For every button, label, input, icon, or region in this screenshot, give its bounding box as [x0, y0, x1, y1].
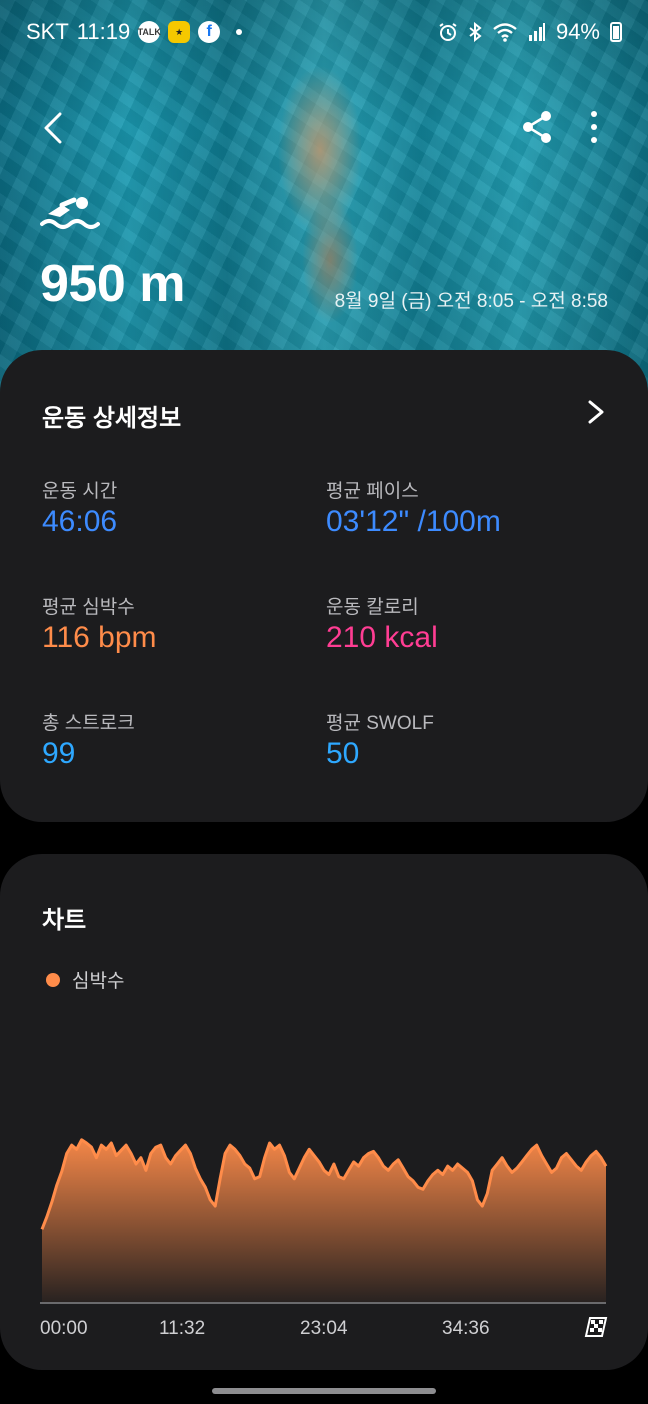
metric-label-duration: 운동 시간	[42, 481, 118, 502]
more-options-button[interactable]	[576, 106, 612, 150]
swimming-icon	[40, 194, 100, 239]
battery-icon	[610, 22, 622, 42]
more-vertical-icon	[591, 111, 597, 143]
x-tick-label: 00:00	[40, 1318, 88, 1339]
kakao-icon: ★	[168, 21, 191, 43]
signal-icon	[528, 23, 545, 41]
chart-card: 차트 심박수 00:00 11:32 23:04 34:36	[0, 854, 648, 1370]
finish-flag-icon	[584, 1317, 608, 1337]
talk-icon: TALK	[138, 21, 161, 43]
details-title: 운동 상세정보	[42, 405, 182, 432]
metric-label-pace: 평균 페이스	[326, 481, 419, 502]
x-tick-label: 11:32	[159, 1318, 205, 1339]
total-distance: 950 m	[40, 255, 185, 313]
workout-details-card[interactable]: 운동 상세정보 운동 시간 46:06 평균 페이스 03'12" /100m …	[0, 350, 648, 822]
bluetooth-icon	[469, 22, 482, 42]
metric-value-duration: 46:06	[42, 505, 118, 538]
metric-value-pace: 03'12" /100m	[326, 505, 501, 538]
back-button[interactable]	[34, 106, 78, 150]
status-bar: SKT 11:19 TALK ★ f 94%	[0, 14, 648, 50]
metric-label-swolf: 평균 SWOLF	[326, 713, 434, 734]
metric-label-calories: 운동 칼로리	[326, 597, 419, 618]
battery-percent: 94%	[555, 19, 600, 44]
back-arrow-icon	[44, 112, 62, 144]
metric-label-heart-rate: 평균 심박수	[42, 597, 135, 618]
wifi-icon	[493, 23, 517, 42]
metric-label-strokes: 총 스트로크	[42, 713, 135, 734]
workout-date-range: 8월 9일 (금) 오전 8:05 - 오전 8:58	[334, 291, 608, 312]
x-tick-label: 34:36	[442, 1318, 490, 1339]
top-navigation	[0, 106, 648, 150]
metric-value-swolf: 50	[326, 737, 360, 770]
carrier: SKT	[26, 19, 69, 44]
share-button[interactable]	[518, 106, 558, 150]
clock: 11:19	[76, 19, 131, 44]
metric-value-calories: 210 kcal	[326, 621, 438, 654]
heart-rate-chart: 00:00 11:32 23:04 34:36	[40, 1138, 608, 1339]
metric-value-strokes: 99	[42, 737, 76, 770]
share-icon	[523, 111, 551, 143]
more-notifications-dot	[236, 29, 243, 35]
alarm-icon	[439, 23, 457, 41]
metric-value-heart-rate: 116 bpm	[42, 621, 157, 654]
home-indicator[interactable]	[212, 1388, 436, 1394]
x-tick-label: 23:04	[300, 1318, 348, 1339]
chevron-right-icon[interactable]	[584, 398, 608, 431]
facebook-icon: f	[198, 21, 221, 43]
